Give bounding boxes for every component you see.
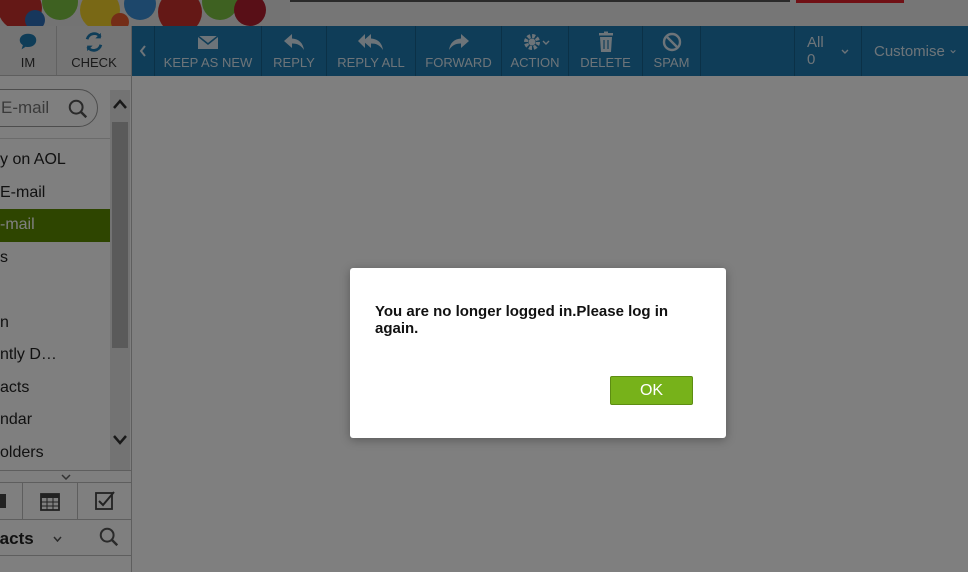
session-expired-dialog: You are no longer logged in.Please log i… bbox=[350, 268, 726, 438]
dialog-message: You are no longer logged in.Please log i… bbox=[375, 303, 669, 337]
ok-button[interactable]: OK bbox=[610, 376, 693, 405]
